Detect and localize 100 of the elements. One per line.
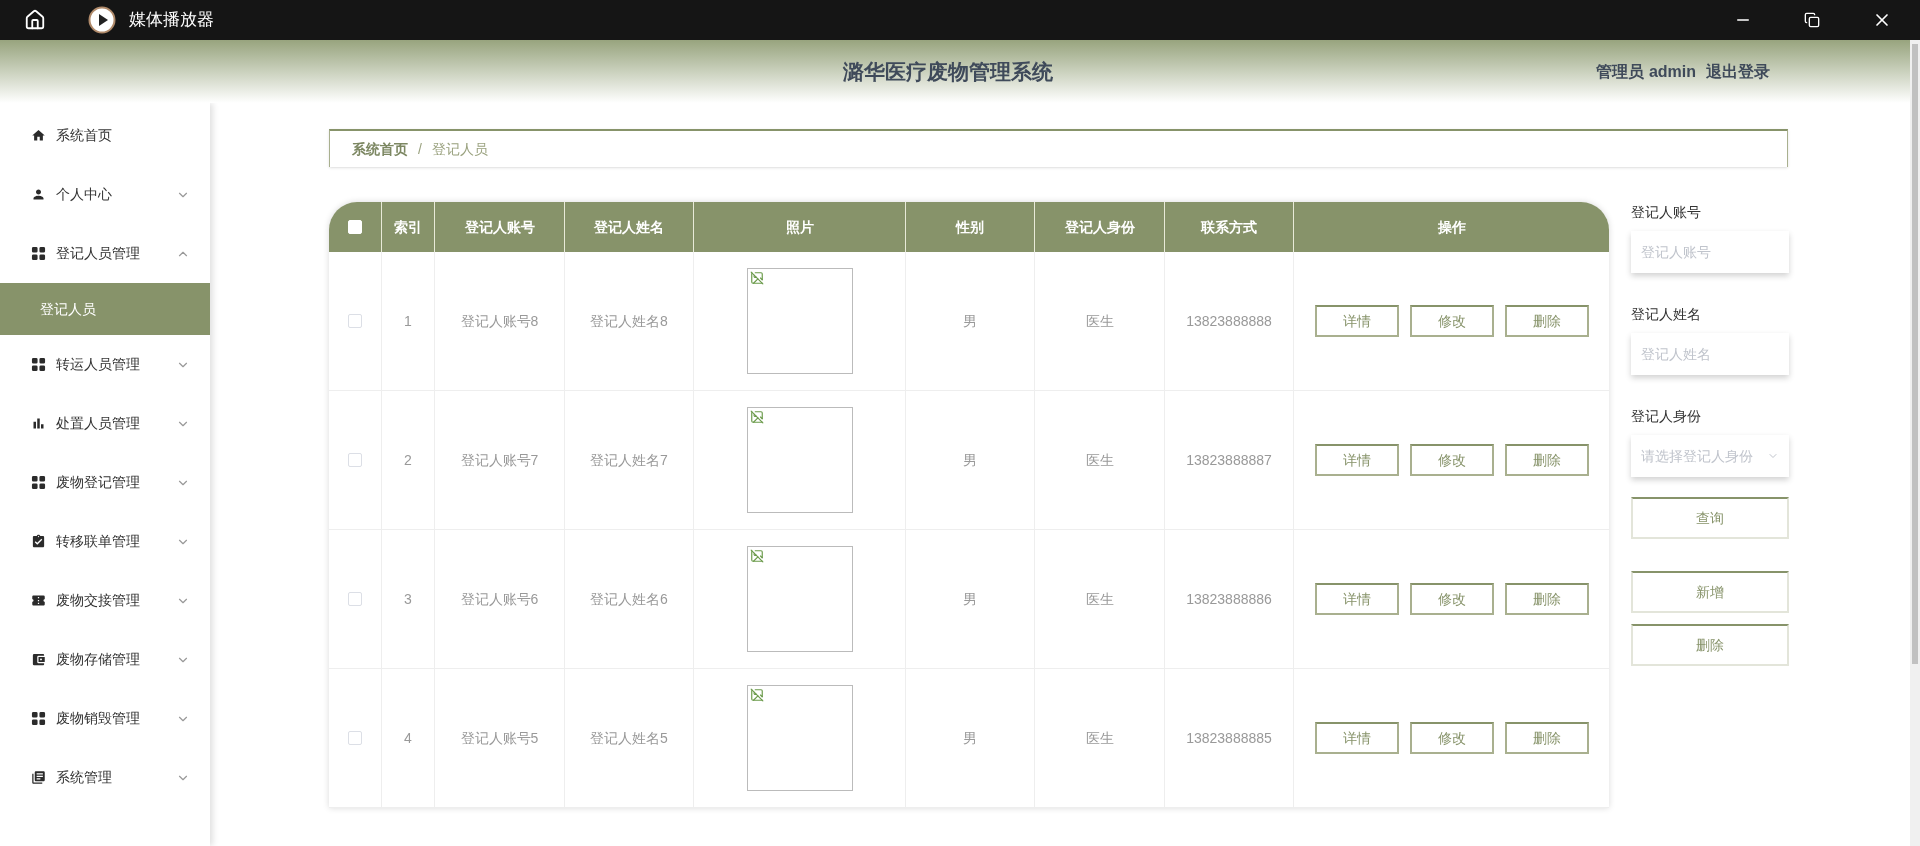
sidebar-item[interactable]: 登记人员管理 [0,224,210,283]
table-cell: 4 [382,669,435,807]
table-cell: 男 [906,252,1035,390]
row-checkbox[interactable] [348,592,362,606]
table-cell: 医生 [1035,252,1165,390]
sidebar-label: 个人中心 [56,185,113,204]
row-checkbox[interactable] [348,314,362,328]
action-button[interactable]: 删除 [1504,444,1589,476]
home-icon [31,128,46,143]
select-all-checkbox[interactable] [348,220,362,234]
sidebar-label: 废物销毁管理 [56,709,141,728]
row-checkbox[interactable] [348,453,362,467]
action-button[interactable]: 详情 [1314,444,1399,476]
table-cell: 1 [382,252,435,390]
sidebar-item[interactable]: 废物交接管理 [0,571,210,630]
action-button[interactable]: 删除 [1504,583,1589,615]
breadcrumb-link[interactable]: 系统首页 [352,138,408,160]
sidebar-item[interactable]: 个人中心 [0,165,210,224]
panel-button[interactable]: 删除 [1631,624,1789,666]
action-button[interactable]: 详情 [1314,305,1399,337]
column-header: 登记人账号 [435,202,565,252]
bar-chart-icon [31,416,46,431]
sidebar-item[interactable]: 废物存储管理 [0,630,210,689]
column-header: 操作 [1436,217,1467,237]
action-button[interactable]: 修改 [1409,583,1494,615]
action-button[interactable]: 修改 [1409,305,1494,337]
table-cell: 登记人姓名7 [565,391,694,529]
table-cell: 医生 [1035,530,1165,668]
person-icon [31,187,46,202]
table-cell: 登记人姓名6 [565,530,694,668]
table-cell: 男 [906,391,1035,529]
field-label: 登记人姓名 [1631,305,1702,324]
broken-image-icon [749,410,764,424]
grid-icon [31,357,46,372]
table-cell: 13823888888 [1165,252,1294,390]
grid-icon [31,711,46,726]
sidebar-subitem[interactable]: 登记人员 [0,283,210,335]
panel-button[interactable]: 新增 [1631,571,1789,613]
grid-icon [31,475,46,490]
table-cell: 13823888885 [1165,669,1294,807]
sidebar-label: 处置人员管理 [56,414,141,433]
table-cell: 2 [382,391,435,529]
panel-button[interactable]: 查询 [1631,497,1789,539]
system-title: 潞华医疗废物管理系统 [843,59,1053,85]
table-cell: 3 [382,530,435,668]
column-header: 性别 [906,202,1035,252]
input-field[interactable]: 登记人姓名 [1631,333,1789,375]
table-cell: 男 [906,669,1035,807]
table-cell: 登记人账号6 [435,530,565,668]
sidebar-item[interactable]: 废物销毁管理 [0,689,210,748]
broken-image-icon [749,271,764,285]
sidebar-item[interactable]: 废物登记管理 [0,453,210,512]
action-button[interactable]: 修改 [1409,444,1494,476]
field-label: 登记人身份 [1631,407,1702,426]
sidebar-label: 转运人员管理 [56,355,141,374]
user-label: 管理员 admin [1596,61,1696,82]
sidebar-item[interactable]: 转运人员管理 [0,335,210,394]
window-title: 媒体播放器 [129,9,214,32]
column-header: 联系方式 [1165,202,1294,252]
column-header: 登记人身份 [1035,202,1165,252]
breadcrumb-current: 登记人员 [431,139,488,159]
sidebar-item[interactable]: 系统首页 [0,106,210,165]
input-field[interactable]: 登记人账号 [1631,231,1789,273]
sidebar-label: 登记人员管理 [56,244,141,263]
broken-image-icon [749,688,764,702]
table-cell: 登记人姓名8 [565,252,694,390]
table-cell: 医生 [1035,391,1165,529]
sidebar-item[interactable]: 转移联单管理 [0,512,210,571]
table-cell: 13823888887 [1165,391,1294,529]
column-header: 登记人姓名 [565,202,694,252]
restore-icon[interactable] [1804,12,1820,28]
broken-image-icon [749,549,764,563]
table-cell: 登记人账号5 [435,669,565,807]
column-header: 照片 [694,202,906,252]
table-cell: 登记人账号7 [435,391,565,529]
action-button[interactable]: 详情 [1314,583,1399,615]
table-cell: 医生 [1035,669,1165,807]
action-button[interactable]: 删除 [1504,722,1589,754]
action-button[interactable]: 详情 [1314,722,1399,754]
sidebar-label: 废物存储管理 [56,650,141,669]
table-cell: 登记人账号8 [435,252,565,390]
books-icon [31,770,46,785]
logout-link[interactable]: 退出登录 [1706,59,1770,84]
table-cell: 13823888886 [1165,530,1294,668]
row-checkbox[interactable] [348,731,362,745]
table-cell: 登记人姓名5 [565,669,694,807]
select-field[interactable]: 请选择登记人身份 [1631,435,1789,477]
grid-icon [31,246,46,261]
action-button[interactable]: 删除 [1504,305,1589,337]
ticket-icon [31,593,46,608]
breadcrumb-separator: / [418,139,422,159]
home-icon[interactable] [24,9,46,31]
clipboard-check-icon [31,534,46,549]
sidebar-label: 系统首页 [56,126,113,145]
sidebar-label: 转移联单管理 [56,532,141,551]
action-button[interactable]: 修改 [1409,722,1494,754]
field-label: 登记人账号 [1631,203,1702,222]
wallet-icon [31,652,46,667]
sidebar-item[interactable]: 系统管理 [0,748,210,807]
sidebar-item[interactable]: 处置人员管理 [0,394,210,453]
